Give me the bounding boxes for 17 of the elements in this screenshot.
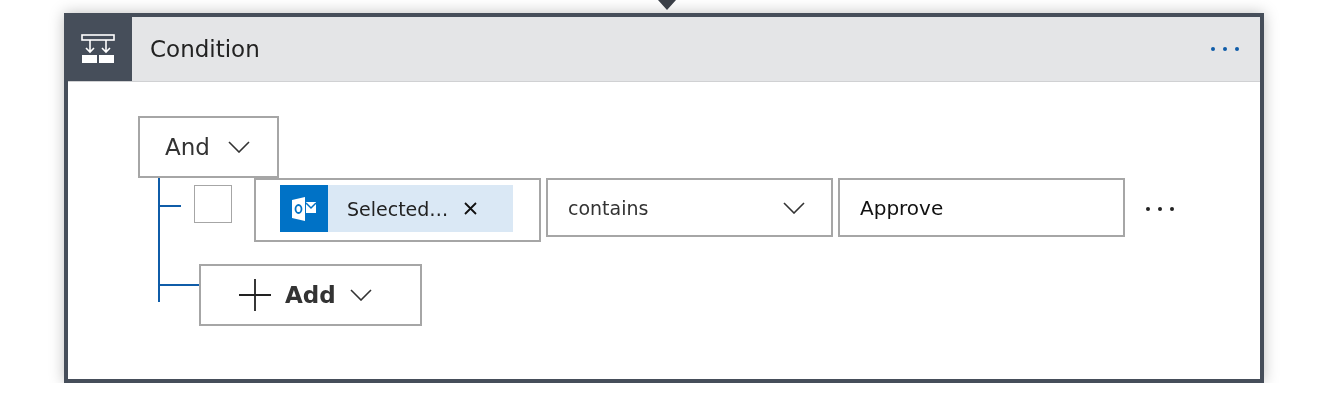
token-label: Selected… <box>347 197 449 220</box>
add-button[interactable]: Add <box>199 264 422 326</box>
checkbox[interactable] <box>194 185 232 223</box>
more-icon[interactable] <box>1145 206 1175 212</box>
value-field[interactable]: Approve <box>838 178 1125 237</box>
chevron-down-icon <box>227 141 250 153</box>
operator-dropdown[interactable]: contains <box>546 178 833 237</box>
mail-app-icon <box>291 196 317 221</box>
chevron-down-icon <box>349 289 372 301</box>
plus-icon <box>239 279 271 311</box>
group-operator-dropdown[interactable]: And <box>138 116 279 178</box>
token-field[interactable]: Selected… <box>254 178 541 242</box>
chevron-down-icon <box>783 201 805 214</box>
close-icon[interactable] <box>464 202 478 215</box>
card-title: Condition <box>150 36 261 62</box>
condition-icon <box>81 34 115 64</box>
arrow-down-icon <box>658 0 676 11</box>
